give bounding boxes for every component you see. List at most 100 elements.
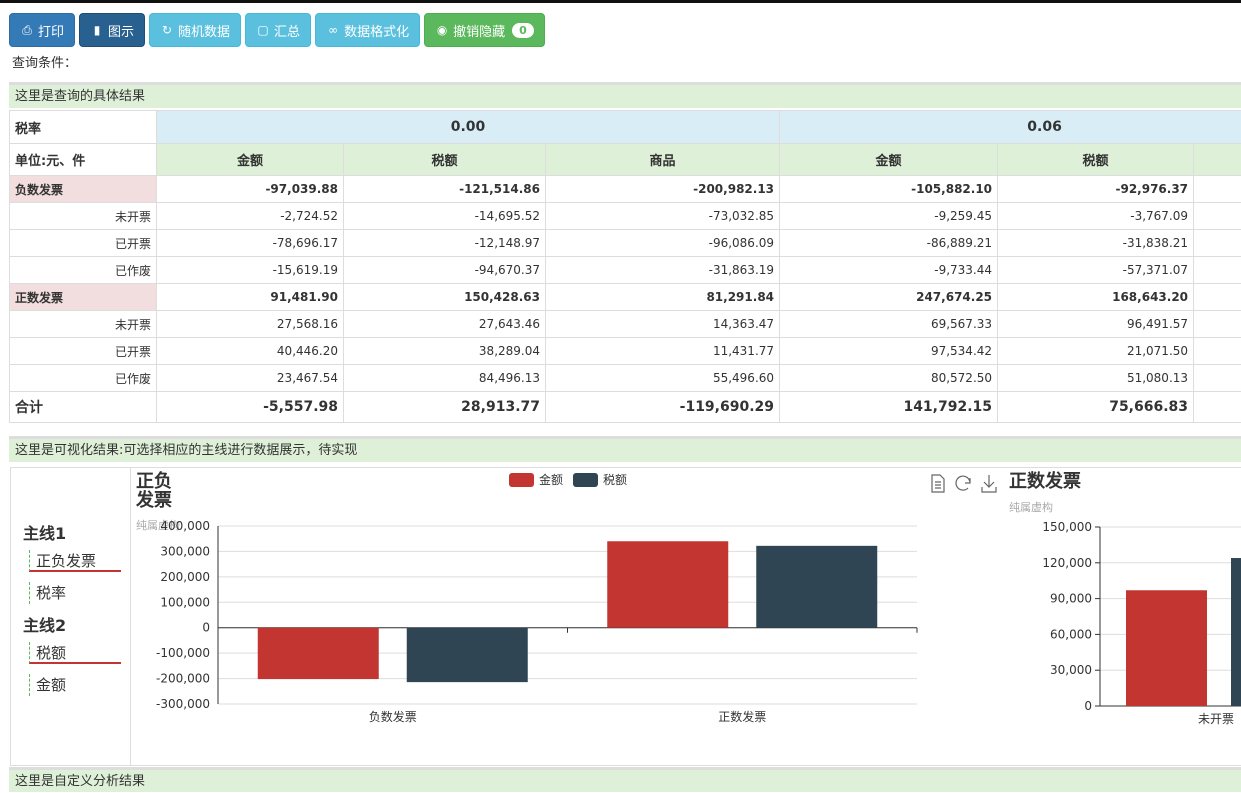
bar bbox=[1231, 558, 1241, 706]
y-tick-label: 0 bbox=[202, 621, 210, 635]
restore-icon-path bbox=[956, 476, 970, 490]
table-row: 已作废-15,619.19-94,670.37-31,863.19-9,733.… bbox=[10, 257, 1241, 284]
table-cell: -2,724.52 bbox=[157, 203, 344, 230]
legend-label: 金额 bbox=[539, 472, 563, 487]
table-cell: 96,491.57 bbox=[998, 311, 1194, 338]
table-cell: -31,863.19 bbox=[546, 257, 780, 284]
save-icon-path bbox=[982, 475, 996, 492]
table-cell: 55,496.60 bbox=[546, 365, 780, 392]
chart2-svg: 030,00060,00090,000120,000150,000未开票 bbox=[1002, 468, 1241, 765]
table-cell: -94,670.37 bbox=[344, 257, 546, 284]
table-cell: -9,733.44 bbox=[780, 257, 998, 284]
total-cell: 141,792.15 bbox=[780, 392, 998, 423]
table-cell: -9,259.45 bbox=[780, 203, 998, 230]
total-row: 合计 -5,557.98 28,913.77 -119,690.29 141,7… bbox=[10, 392, 1241, 423]
y-tick-label: -300,000 bbox=[156, 697, 210, 711]
total-cell: 75,666.83 bbox=[998, 392, 1194, 423]
table-cell: 11,431.77 bbox=[546, 338, 780, 365]
table-row: 已开票-78,696.17-12,148.97-96,086.09-86,889… bbox=[10, 230, 1241, 257]
x-tick-label: 未开票 bbox=[1198, 712, 1234, 726]
table-cell: -96,086.09 bbox=[546, 230, 780, 257]
custom-section-header: 这里是自定义分析结果 bbox=[9, 767, 1241, 792]
table-cell-overflow bbox=[1194, 257, 1241, 284]
column-header[interactable]: 金额 bbox=[780, 144, 998, 176]
group-label: 负数发票 bbox=[10, 176, 157, 203]
table-cell: -15,619.19 bbox=[157, 257, 344, 284]
table-cell: 51,080.13 bbox=[998, 365, 1194, 392]
total-cell: -5,557.98 bbox=[157, 392, 344, 423]
table-cell: -14,695.52 bbox=[344, 203, 546, 230]
table-cell-overflow bbox=[1194, 203, 1241, 230]
visual-section-header: 这里是可视化结果:可选择相应的主线进行数据展示，待实现 bbox=[9, 436, 1241, 462]
table-row: 已开票40,446.2038,289.0411,431.7797,534.422… bbox=[10, 338, 1241, 365]
table-cell: 69,567.33 bbox=[780, 311, 998, 338]
column-header[interactable]: 税额 bbox=[344, 144, 546, 176]
table-cell: 38,289.04 bbox=[344, 338, 546, 365]
table-row: 正数发票91,481.90150,428.6381,291.84247,674.… bbox=[10, 284, 1241, 311]
unit-label: 单位:元、件 bbox=[10, 144, 157, 176]
table-cell: 14,363.47 bbox=[546, 311, 780, 338]
y-tick-label: 30,000 bbox=[1050, 663, 1092, 677]
data-view-icon-path bbox=[932, 475, 944, 492]
table-cell: 247,674.25 bbox=[780, 284, 998, 311]
table-row: 未开票27,568.1627,643.4614,363.4769,567.339… bbox=[10, 311, 1241, 338]
table-cell: 84,496.13 bbox=[344, 365, 546, 392]
y-tick-label: 90,000 bbox=[1050, 592, 1092, 606]
bar bbox=[407, 628, 528, 682]
table-cell: 80,572.50 bbox=[780, 365, 998, 392]
y-tick-label: 150,000 bbox=[1042, 520, 1092, 534]
table-cell-overflow bbox=[1194, 230, 1241, 257]
table-cell: -97,039.88 bbox=[157, 176, 344, 203]
table-cell: 23,467.54 bbox=[157, 365, 344, 392]
table-cell-overflow bbox=[1194, 176, 1241, 203]
sub-label: 未开票 bbox=[10, 311, 157, 338]
table-cell: -73,032.85 bbox=[546, 203, 780, 230]
y-tick-label: 300,000 bbox=[160, 544, 210, 558]
bar bbox=[1126, 590, 1207, 706]
total-cell: 28,913.77 bbox=[344, 392, 546, 423]
sub-label: 已作废 bbox=[10, 257, 157, 284]
save-icon bbox=[982, 475, 996, 492]
table-row: 负数发票-97,039.88-121,514.86-200,982.13-105… bbox=[10, 176, 1241, 203]
rate-header: 0.06 bbox=[780, 111, 1241, 144]
table-cell: 40,446.20 bbox=[157, 338, 344, 365]
rate-label: 税率 bbox=[10, 111, 157, 144]
bar bbox=[258, 628, 379, 679]
sub-label: 已开票 bbox=[10, 230, 157, 257]
table-cell: -31,838.21 bbox=[998, 230, 1194, 257]
table-cell: 97,534.42 bbox=[780, 338, 998, 365]
x-tick-label: 正数发票 bbox=[718, 709, 766, 724]
legend-swatch bbox=[509, 473, 534, 487]
table-cell: -86,889.21 bbox=[780, 230, 998, 257]
table-cell-overflow bbox=[1194, 284, 1241, 311]
sub-label: 未开票 bbox=[10, 203, 157, 230]
table-cell: -121,514.86 bbox=[344, 176, 546, 203]
table-cell: 21,071.50 bbox=[998, 338, 1194, 365]
column-header[interactable]: 金额 bbox=[157, 144, 344, 176]
group-label: 正数发票 bbox=[10, 284, 157, 311]
sub-label: 已开票 bbox=[10, 338, 157, 365]
table-cell: -92,976.37 bbox=[998, 176, 1194, 203]
column-header[interactable]: 商品 bbox=[546, 144, 780, 176]
y-tick-label: 60,000 bbox=[1050, 627, 1092, 641]
table-cell-overflow bbox=[1194, 311, 1241, 338]
y-tick-label: 200,000 bbox=[160, 570, 210, 584]
table-cell: -200,982.13 bbox=[546, 176, 780, 203]
y-tick-label: 100,000 bbox=[160, 595, 210, 609]
y-tick-label: 120,000 bbox=[1042, 556, 1092, 570]
legend-label: 税额 bbox=[603, 473, 627, 487]
result-table: 税率 0.00 0.06 单位:元、件 金额 税额 商品 金额 税额 负数发票-… bbox=[9, 110, 1241, 423]
table-cell: 81,291.84 bbox=[546, 284, 780, 311]
table-cell: 150,428.63 bbox=[344, 284, 546, 311]
column-header[interactable]: 税额 bbox=[998, 144, 1194, 176]
chart1-svg: -300,000-200,000-100,0000100,000200,0003… bbox=[11, 468, 1111, 765]
column-header-overflow bbox=[1194, 144, 1241, 176]
total-cell-overflow bbox=[1194, 392, 1241, 423]
x-tick-label: 负数发票 bbox=[369, 709, 417, 724]
rate-header: 0.00 bbox=[157, 111, 780, 144]
legend-swatch bbox=[573, 473, 598, 487]
table-cell-overflow bbox=[1194, 338, 1241, 365]
y-tick-label: -100,000 bbox=[156, 646, 210, 660]
table-cell: -78,696.17 bbox=[157, 230, 344, 257]
data-view-icon bbox=[932, 475, 944, 492]
